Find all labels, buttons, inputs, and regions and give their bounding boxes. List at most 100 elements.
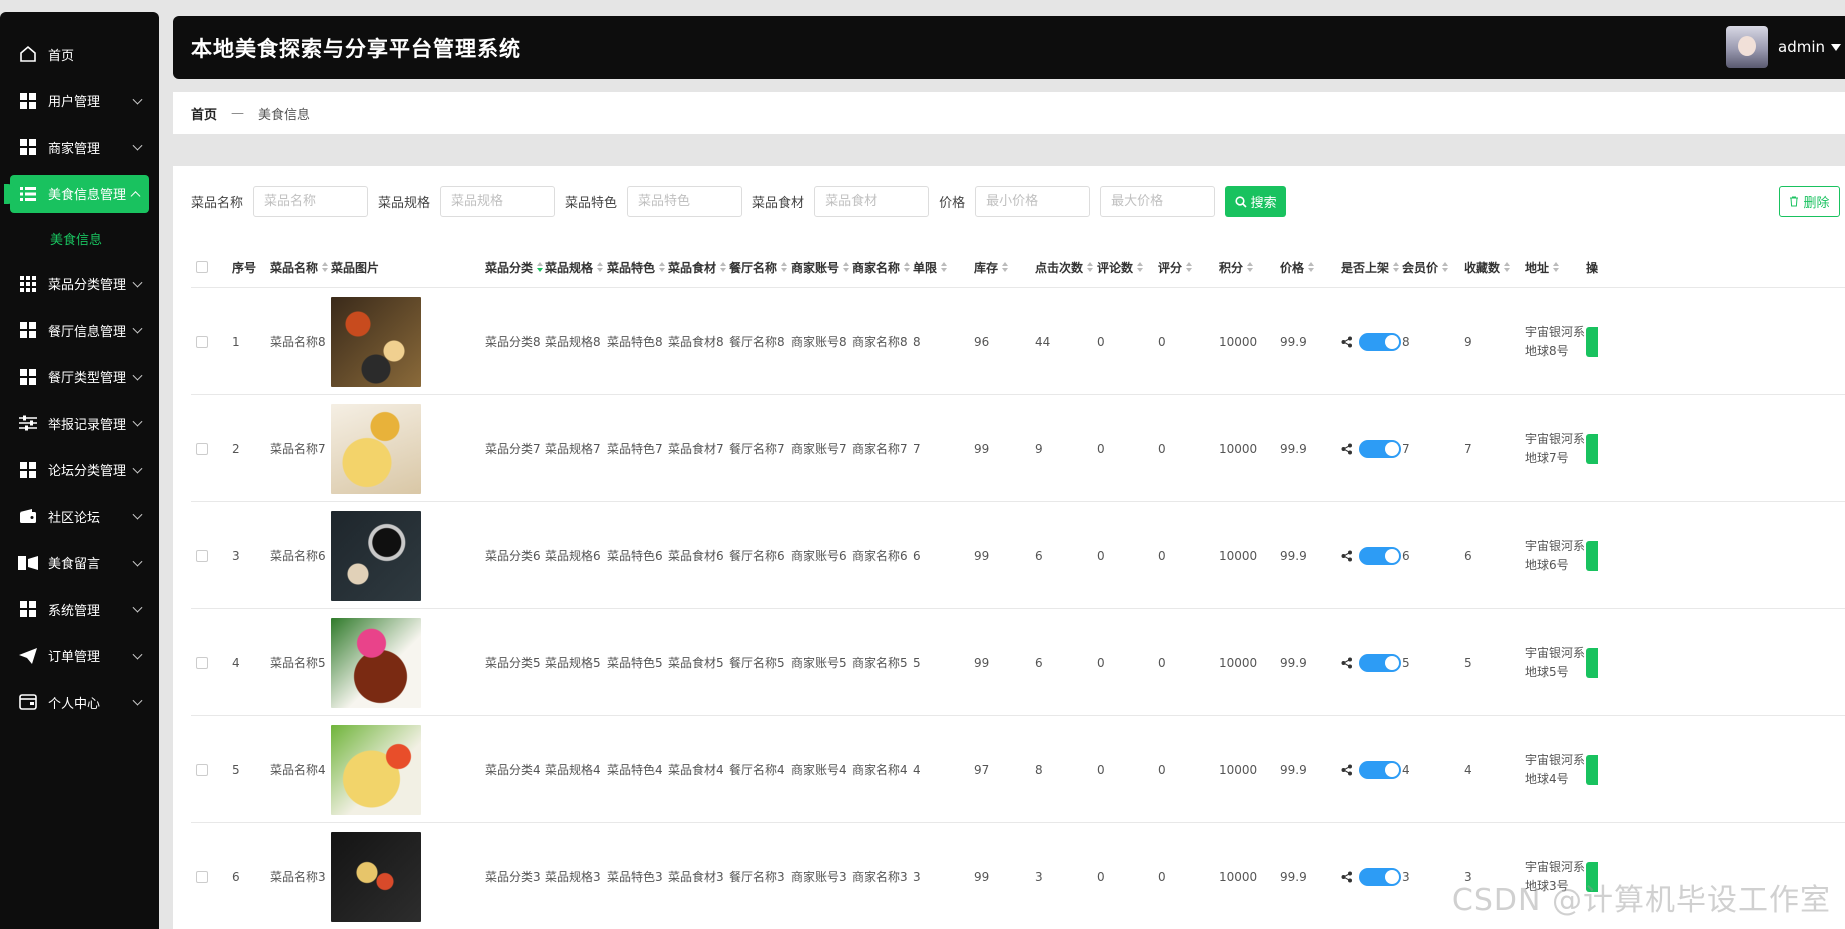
cell-on-shelf [1341, 502, 1401, 609]
feature-input[interactable] [627, 186, 743, 217]
action-button[interactable] [1586, 716, 1598, 823]
sort-icon [597, 262, 604, 272]
cell-name: 菜品名称8 [270, 335, 326, 349]
col-price[interactable]: 价格 [1280, 246, 1315, 288]
col-restaurant[interactable]: 餐厅名称 [729, 246, 788, 288]
row-checkbox[interactable] [196, 395, 208, 502]
cell-spec: 菜品规格4 [545, 763, 601, 777]
col-vip-price[interactable]: 会员价 [1402, 246, 1449, 288]
col-account[interactable]: 商家账号 [791, 246, 850, 288]
cell-points: 10000 [1219, 869, 1258, 884]
row-checkbox[interactable] [196, 609, 208, 716]
on-shelf-toggle[interactable] [1359, 760, 1401, 779]
sidebar-item-system[interactable]: 系统管理 [0, 586, 159, 633]
chevron-down-icon [132, 649, 143, 660]
table-row: 4 菜品名称5 菜品分类5 菜品规格5 菜品特色5 菜品食材5 餐厅名称5 商家账号5 商家名称… [191, 609, 1845, 716]
sidebar-item-food-info-management[interactable]: 美食信息管理 [4, 174, 149, 213]
sidebar-item-report-records[interactable]: 举报记录管理 [0, 400, 159, 447]
table-header: 序号 菜品名称 菜品图片 菜品分类 菜品规格 菜品特色 菜品食材 餐厅名称 商家… [191, 246, 1845, 288]
sidebar-item-orders[interactable]: 订单管理 [0, 633, 159, 680]
max-price-input[interactable] [1100, 186, 1216, 217]
cell-acct: 商家账号5 [791, 656, 847, 670]
user-menu[interactable]: admin [1726, 26, 1845, 68]
col-score[interactable]: 评分 [1158, 246, 1193, 288]
sidebar-item-forum-category[interactable]: 论坛分类管理 [0, 447, 159, 494]
sidebar-item-home[interactable]: 首页 [0, 31, 159, 78]
col-feature[interactable]: 菜品特色 [607, 246, 666, 288]
sidebar-item-profile[interactable]: 个人中心 [0, 679, 159, 726]
on-shelf-toggle[interactable] [1359, 332, 1401, 351]
col-comments[interactable]: 评论数 [1097, 246, 1144, 288]
col-spec[interactable]: 菜品规格 [545, 246, 604, 288]
cell-limit: 3 [913, 869, 921, 884]
sidebar-item-restaurant-info[interactable]: 餐厅信息管理 [0, 307, 159, 354]
chevron-down-icon [132, 94, 143, 105]
select-all-checkbox[interactable] [196, 246, 208, 288]
cell-acct: 商家账号6 [791, 549, 847, 563]
cell-cat: 菜品分类8 [485, 335, 541, 349]
row-checkbox[interactable] [196, 716, 208, 823]
price-label: 价格 [939, 196, 966, 211]
cell-price: 99.9 [1280, 869, 1307, 884]
sidebar-item-food-info[interactable]: 美食信息 [0, 217, 159, 261]
col-on-shelf[interactable]: 是否上架 [1341, 246, 1400, 288]
sidebar-item-restaurant-type[interactable]: 餐厅类型管理 [0, 354, 159, 401]
col-points[interactable]: 积分 [1219, 246, 1254, 288]
row-checkbox[interactable] [196, 823, 208, 929]
on-shelf-toggle[interactable] [1359, 546, 1401, 565]
caret-down-icon [1831, 43, 1841, 51]
cell-fav: 7 [1464, 441, 1472, 456]
spec-input[interactable] [440, 186, 556, 217]
sidebar-item-merchants[interactable]: 商家管理 [0, 124, 159, 171]
cell-limit: 4 [913, 762, 921, 777]
sidebar-item-dish-category[interactable]: 菜品分类管理 [0, 261, 159, 308]
on-shelf-toggle[interactable] [1359, 439, 1401, 458]
trash-icon [1790, 196, 1799, 207]
search-button[interactable]: 搜索 [1225, 186, 1287, 217]
col-merchant[interactable]: 商家名称 [852, 246, 911, 288]
cell-limit: 6 [913, 548, 921, 563]
col-ingredient[interactable]: 菜品食材 [668, 246, 727, 288]
row-checkbox[interactable] [196, 502, 208, 609]
action-button[interactable] [1586, 395, 1598, 502]
food-image [331, 823, 421, 929]
action-button[interactable] [1586, 288, 1598, 395]
action-button[interactable] [1586, 609, 1598, 716]
sidebar-item-users[interactable]: 用户管理 [0, 78, 159, 125]
sidebar-item-label: 论坛分类管理 [48, 464, 127, 480]
on-shelf-toggle[interactable] [1359, 867, 1401, 886]
cell-feature: 菜品特色5 [607, 656, 663, 670]
col-category[interactable]: 菜品分类 [485, 246, 544, 288]
col-limit[interactable]: 单限 [913, 246, 948, 288]
row-checkbox[interactable] [196, 288, 208, 395]
col-stock[interactable]: 库存 [974, 246, 1009, 288]
col-address[interactable]: 地址 [1525, 246, 1560, 288]
sidebar-item-community-forum[interactable]: 社区论坛 [0, 493, 159, 540]
delete-button[interactable]: 删除 [1779, 186, 1840, 217]
breadcrumb-home[interactable]: 首页 [191, 104, 217, 123]
search-bar: 菜品名称 菜品规格 菜品特色 菜品食材 价格 搜索 [191, 186, 1287, 217]
breadcrumb-separator: — [231, 105, 245, 121]
col-name[interactable]: 菜品名称 [270, 246, 329, 288]
cell-address: 宇宙银河系地球5号 [1525, 645, 1586, 679]
cell-rest: 餐厅名称3 [729, 870, 785, 884]
sidebar-item-label: 首页 [48, 48, 75, 64]
cell-comments: 0 [1097, 869, 1105, 884]
name-input[interactable] [253, 186, 369, 217]
cell-cat: 菜品分类5 [485, 656, 541, 670]
cell-points: 10000 [1219, 655, 1258, 670]
chevron-down-icon [132, 463, 143, 474]
col-favorites[interactable]: 收藏数 [1464, 246, 1511, 288]
cell-comments: 0 [1097, 548, 1105, 563]
action-button[interactable] [1586, 502, 1598, 609]
card-icon [18, 692, 38, 712]
col-clicks[interactable]: 点击次数 [1035, 246, 1094, 288]
sidebar-item-food-messages[interactable]: 美食留言 [0, 540, 159, 587]
send-icon [18, 646, 38, 666]
cell-acct: 商家账号3 [791, 870, 847, 884]
sort-icon [1442, 262, 1449, 272]
ingredient-input[interactable] [814, 186, 930, 217]
sidebar-item-label: 社区论坛 [48, 510, 101, 526]
on-shelf-toggle[interactable] [1359, 653, 1401, 672]
min-price-input[interactable] [975, 186, 1091, 217]
